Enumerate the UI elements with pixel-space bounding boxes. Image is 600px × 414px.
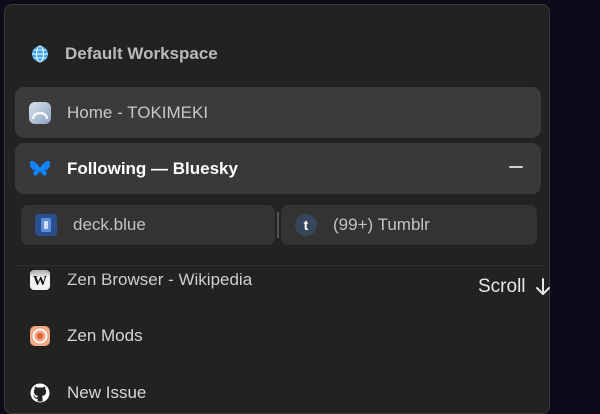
tab-label: Home - TOKIMEKI xyxy=(67,102,209,122)
bluesky-butterfly-icon xyxy=(29,158,51,180)
deckblue-icon xyxy=(35,214,57,236)
split-tab-deckblue[interactable]: deck.blue xyxy=(21,205,275,245)
tokimeki-icon xyxy=(29,101,51,124)
tab-home-tokimeki[interactable]: Home - TOKIMEKI xyxy=(15,87,541,138)
svg-text:W: W xyxy=(33,274,47,289)
workspace-header[interactable]: Default Workspace xyxy=(29,39,218,69)
scroll-hint: Scroll xyxy=(478,276,554,298)
split-tab-label: deck.blue xyxy=(73,215,146,234)
arrow-down-icon xyxy=(532,276,554,298)
tab-label: Zen Mods xyxy=(67,326,143,345)
scroll-hint-label: Scroll xyxy=(478,276,526,297)
svg-text:t: t xyxy=(304,217,309,233)
split-view-group: deck.blue t (99+) Tumblr xyxy=(21,205,537,245)
tab-following-bluesky[interactable]: Following — Bluesky xyxy=(15,143,541,194)
tab-zen-browser-wikipedia[interactable]: W Zen Browser - Wikipedia xyxy=(29,265,252,295)
github-icon xyxy=(29,382,51,404)
split-tab-label: (99+) Tumblr xyxy=(333,215,430,234)
workspace-title: Default Workspace xyxy=(65,44,218,63)
globe-icon xyxy=(29,43,51,65)
tab-label: New Issue xyxy=(67,383,147,402)
split-divider[interactable] xyxy=(277,212,279,238)
tab-new-issue[interactable]: New Issue xyxy=(29,378,146,408)
tab-label: Following — Bluesky xyxy=(67,158,238,178)
split-tab-tumblr[interactable]: t (99+) Tumblr xyxy=(281,205,537,245)
tab-label: Zen Browser - Wikipedia xyxy=(67,270,253,289)
tab-zen-mods[interactable]: Zen Mods xyxy=(29,321,143,351)
tumblr-icon: t xyxy=(295,214,317,236)
wikipedia-icon: W xyxy=(29,269,51,291)
minus-icon[interactable] xyxy=(507,158,525,176)
zen-mods-icon xyxy=(29,325,51,347)
sidebar-panel: Default Workspace Home - TOKIMEKI Follow… xyxy=(4,4,550,414)
